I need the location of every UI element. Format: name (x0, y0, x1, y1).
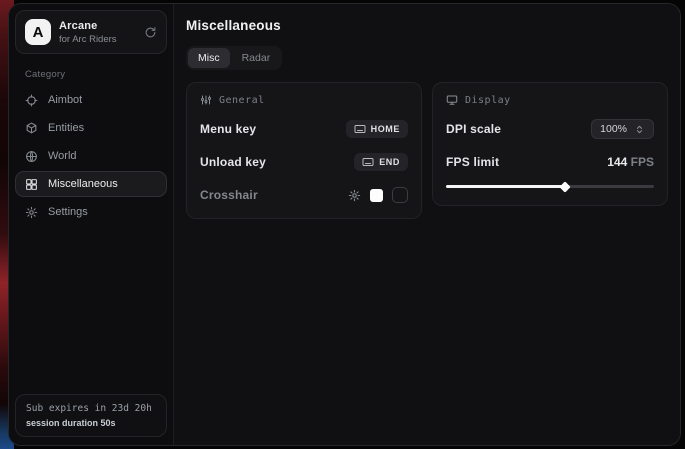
panel-title: General (219, 95, 265, 106)
app-subtitle: for Arc Riders (59, 34, 136, 45)
fps-limit-unit: FPS (631, 155, 654, 169)
fps-limit-slider[interactable] (446, 180, 654, 192)
app-title: Arcane (59, 20, 136, 32)
sub-expires-text: Sub expires in 23d 20h (26, 403, 156, 414)
menu-key-row: Menu key HOME (200, 119, 408, 139)
panel-title: Display (465, 95, 511, 106)
sidebar-item-label: Settings (48, 206, 88, 218)
main-content: Miscellaneous Misc Radar Gene (174, 4, 680, 445)
crosshair-row: Crosshair (200, 185, 408, 205)
sliders-icon (200, 94, 212, 106)
sidebar-item-aimbot[interactable]: Aimbot (15, 87, 167, 113)
crosshair-icon (25, 94, 38, 107)
sidebar-item-label: World (48, 150, 77, 162)
chevrons-up-down-icon (634, 124, 645, 135)
monitor-icon (446, 94, 458, 106)
dpi-scale-row: DPI scale 100% (446, 119, 654, 139)
menu-key-bind-button[interactable]: HOME (346, 120, 408, 138)
dpi-scale-select[interactable]: 100% (591, 119, 654, 139)
unload-key-label: Unload key (200, 155, 266, 169)
subscription-info-card: Sub expires in 23d 20h session duration … (15, 394, 167, 437)
menu-key-label: Menu key (200, 122, 256, 136)
globe-icon (25, 150, 38, 163)
screen: A Arcane for Arc Riders Category (0, 0, 685, 449)
fps-slider-thumb[interactable] (559, 181, 570, 192)
sidebar-item-label: Miscellaneous (48, 178, 118, 190)
sidebar-item-label: Entities (48, 122, 84, 134)
fps-slider-fill (446, 185, 565, 188)
grid-icon (25, 178, 38, 191)
general-panel: General Menu key HOME (186, 82, 422, 219)
fps-limit-row: FPS limit 144 FPS (446, 152, 654, 172)
app-window: A Arcane for Arc Riders Category (8, 3, 681, 446)
crosshair-color-swatch[interactable] (370, 189, 383, 202)
keyboard-icon (354, 123, 366, 135)
crosshair-checkbox[interactable] (392, 187, 408, 203)
gear-icon (25, 206, 38, 219)
display-panel: Display DPI scale 100% (432, 82, 668, 206)
fps-limit-value: 144 (607, 155, 627, 169)
crosshair-settings-gear-icon[interactable] (348, 189, 361, 202)
cube-icon (25, 122, 38, 135)
category-label: Category (25, 69, 157, 80)
sidebar-item-entities[interactable]: Entities (15, 115, 167, 141)
sidebar-item-settings[interactable]: Settings (15, 199, 167, 225)
unload-key-value: END (379, 157, 400, 167)
session-duration-text: session duration 50s (26, 418, 156, 428)
unload-key-row: Unload key END (200, 152, 408, 172)
sidebar-item-world[interactable]: World (15, 143, 167, 169)
unload-key-bind-button[interactable]: END (354, 153, 408, 171)
keyboard-icon (362, 156, 374, 168)
tab-bar: Misc Radar (186, 46, 282, 70)
app-logo: A (25, 19, 51, 45)
panels-row: General Menu key HOME (186, 82, 668, 219)
sidebar: A Arcane for Arc Riders Category (9, 4, 174, 445)
tab-radar[interactable]: Radar (232, 48, 281, 68)
refresh-icon[interactable] (144, 26, 157, 39)
dpi-scale-value: 100% (600, 123, 627, 135)
page-title: Miscellaneous (186, 18, 668, 33)
fps-limit-label: FPS limit (446, 155, 499, 169)
tab-misc[interactable]: Misc (188, 48, 230, 68)
sidebar-item-miscellaneous[interactable]: Miscellaneous (15, 171, 167, 197)
dpi-scale-label: DPI scale (446, 122, 501, 136)
sidebar-item-label: Aimbot (48, 94, 82, 106)
app-header-card: A Arcane for Arc Riders (15, 10, 167, 54)
menu-key-value: HOME (371, 124, 400, 134)
crosshair-label: Crosshair (200, 188, 258, 202)
